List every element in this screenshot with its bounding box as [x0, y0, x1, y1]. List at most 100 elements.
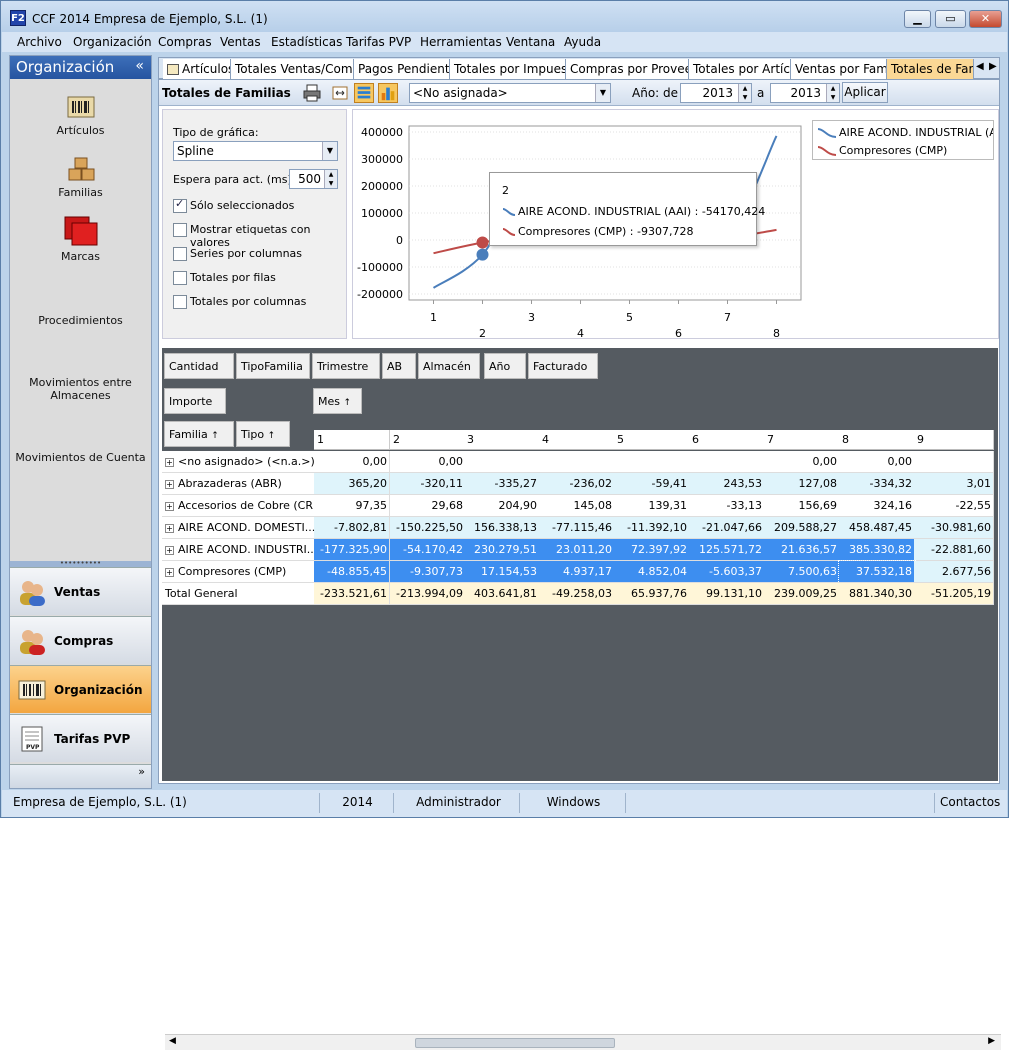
pivot-cell[interactable]: 156,69: [764, 495, 840, 517]
menu-ventas[interactable]: Ventas: [220, 35, 261, 49]
pivot-cell[interactable]: 37.532,18: [839, 561, 915, 583]
pivot-cell[interactable]: 0,00: [764, 451, 840, 473]
expand-icon[interactable]: +: [165, 502, 174, 511]
nav-compras[interactable]: Compras: [10, 616, 151, 664]
pivot-cell[interactable]: 21.636,57: [764, 539, 840, 561]
pivot-cell[interactable]: 125.571,72: [689, 539, 765, 561]
pivot-column-header[interactable]: 3: [464, 430, 540, 450]
nav-organizacion[interactable]: Organización: [10, 665, 151, 713]
minimize-button[interactable]: ▁: [904, 10, 931, 28]
pivot-filter-field[interactable]: Año: [484, 353, 526, 379]
scrollbar-thumb[interactable]: [415, 1038, 615, 1048]
checkbox-mostrar-etiquetas[interactable]: Mostrar etiquetas con valores: [173, 223, 346, 249]
pivot-cell[interactable]: 365,20: [314, 473, 390, 495]
pivot-cell[interactable]: -54.170,42: [390, 539, 466, 561]
pivot-cell[interactable]: 458.487,45: [839, 517, 915, 539]
apply-button[interactable]: Aplicar: [842, 82, 888, 103]
menu-archivo[interactable]: Archivo: [17, 35, 62, 49]
year-from-input[interactable]: 2013 ▲▼: [680, 83, 752, 103]
pivot-cell[interactable]: 97,35: [314, 495, 390, 517]
pivot-row-header[interactable]: +<no asignado> (<n.a.>): [162, 451, 314, 473]
expand-icon[interactable]: +: [165, 524, 174, 533]
pivot-row-header[interactable]: +AIRE ACOND. DOMESTI...: [162, 517, 314, 539]
pivot-cell[interactable]: -213.994,09: [390, 583, 466, 605]
family-filter-select[interactable]: <No asignada> ▼: [409, 83, 611, 103]
pivot-column-header[interactable]: 5: [614, 430, 690, 450]
nav-ventas[interactable]: Ventas: [10, 567, 151, 615]
spinner-icon[interactable]: ▲▼: [324, 170, 337, 188]
tab-totales-impuestos[interactable]: Totales por Impuestos: [450, 59, 566, 79]
expand-icon[interactable]: +: [165, 480, 174, 489]
pivot-cell[interactable]: -51.205,19: [914, 583, 994, 605]
sidebar-item-movimientos-cuenta[interactable]: Movimientos de Cuenta: [10, 451, 151, 464]
menu-tarifas-pvp[interactable]: Tarifas PVP: [346, 35, 411, 49]
pivot-filter-field[interactable]: TipoFamilia: [236, 353, 310, 379]
pivot-cell[interactable]: 2.677,56: [914, 561, 994, 583]
pivot-cell[interactable]: -22,55: [914, 495, 994, 517]
sidebar-item-familias[interactable]: Familias: [10, 156, 151, 199]
tab-ventas-familia[interactable]: Ventas por Familia: [791, 59, 887, 79]
pivot-row-header[interactable]: +AIRE ACOND. INDUSTRI...: [162, 539, 314, 561]
menu-organizacion[interactable]: Organización: [73, 35, 152, 49]
pivot-cell[interactable]: 403.641,81: [464, 583, 540, 605]
tab-totales-ventas-compras[interactable]: Totales Ventas/Compras: [231, 59, 354, 79]
pivot-cell[interactable]: -30.981,60: [914, 517, 994, 539]
pivot-cell[interactable]: -22.881,60: [914, 539, 994, 561]
pivot-row-header[interactable]: +Abrazaderas (ABR): [162, 473, 314, 495]
pivot-row-field[interactable]: Tipo ↑: [236, 421, 290, 447]
sidebar-item-movimientos-almacenes[interactable]: Movimientos entre Almacenes: [10, 376, 151, 402]
pivot-cell[interactable]: -33,13: [689, 495, 765, 517]
scroll-left-icon[interactable]: ◀: [169, 1036, 176, 1046]
checkbox-solo-seleccionados[interactable]: Sólo seleccionados: [173, 199, 294, 212]
spinner-icon[interactable]: ▲▼: [738, 84, 751, 102]
pivot-filter-field[interactable]: Almacén: [418, 353, 480, 379]
chevron-down-icon[interactable]: ▼: [322, 142, 337, 160]
pivot-cell[interactable]: -48.855,45: [314, 561, 390, 583]
pivot-cell[interactable]: -320,11: [390, 473, 466, 495]
pivot-cell[interactable]: 3,01: [914, 473, 994, 495]
checkbox-totales-filas[interactable]: Totales por filas: [173, 271, 276, 284]
pivot-cell[interactable]: 881.340,30: [839, 583, 915, 605]
pivot-cell[interactable]: 139,31: [614, 495, 690, 517]
pivot-cell[interactable]: -59,41: [614, 473, 690, 495]
pivot-cell[interactable]: 72.397,92: [614, 539, 690, 561]
pivot-cell[interactable]: 99.131,10: [689, 583, 765, 605]
checkbox-series-columnas[interactable]: Series por columnas: [173, 247, 302, 260]
pivot-cell[interactable]: -335,27: [464, 473, 540, 495]
pivot-cell[interactable]: 230.279,51: [464, 539, 540, 561]
pivot-cell[interactable]: [539, 451, 615, 473]
pivot-cell[interactable]: [614, 451, 690, 473]
pivot-cell[interactable]: -7.802,81: [314, 517, 390, 539]
menu-herramientas[interactable]: Herramientas: [420, 35, 502, 49]
year-to-input[interactable]: 2013 ▲▼: [770, 83, 840, 103]
fit-columns-icon[interactable]: [330, 83, 350, 103]
menu-estadisticas[interactable]: Estadísticas: [271, 35, 342, 49]
tab-articulos[interactable]: Artículos: [163, 59, 231, 79]
pivot-cell[interactable]: -11.392,10: [614, 517, 690, 539]
pivot-cell[interactable]: [464, 451, 540, 473]
expand-icon[interactable]: +: [165, 546, 174, 555]
pivot-cell[interactable]: -334,32: [839, 473, 915, 495]
pivot-filter-field[interactable]: AB: [382, 353, 416, 379]
pivot-cell[interactable]: 0,00: [839, 451, 915, 473]
tab-totales-articulo[interactable]: Totales por Artículo: [689, 59, 791, 79]
pivot-data-field[interactable]: Importe: [164, 388, 226, 414]
pivot-cell[interactable]: 23.011,20: [539, 539, 615, 561]
pivot-column-header[interactable]: 2: [390, 430, 466, 450]
tab-totales-familia[interactable]: Totales de Familia: [887, 59, 974, 79]
pivot-cell[interactable]: 209.588,27: [764, 517, 840, 539]
pivot-column-header[interactable]: 4: [539, 430, 615, 450]
pivot-cell[interactable]: 0,00: [390, 451, 466, 473]
chevron-down-icon[interactable]: ▼: [595, 84, 610, 102]
pivot-row-header[interactable]: Total General: [162, 583, 314, 605]
pivot-cell[interactable]: 4.937,17: [539, 561, 615, 583]
sidebar-item-articulos[interactable]: Artículos: [10, 94, 151, 137]
pivot-row-header[interactable]: +Compresores (CMP): [162, 561, 314, 583]
pivot-cell[interactable]: -49.258,03: [539, 583, 615, 605]
scroll-right-icon[interactable]: ▶: [988, 1036, 995, 1046]
pivot-cell[interactable]: 239.009,25: [764, 583, 840, 605]
checkbox-totales-columnas[interactable]: Totales por columnas: [173, 295, 306, 308]
contacts-button[interactable]: Contactos: [934, 793, 1006, 813]
pivot-row-header[interactable]: +Accesorios de Cobre (CRB): [162, 495, 314, 517]
pivot-cell[interactable]: 385.330,82: [839, 539, 915, 561]
